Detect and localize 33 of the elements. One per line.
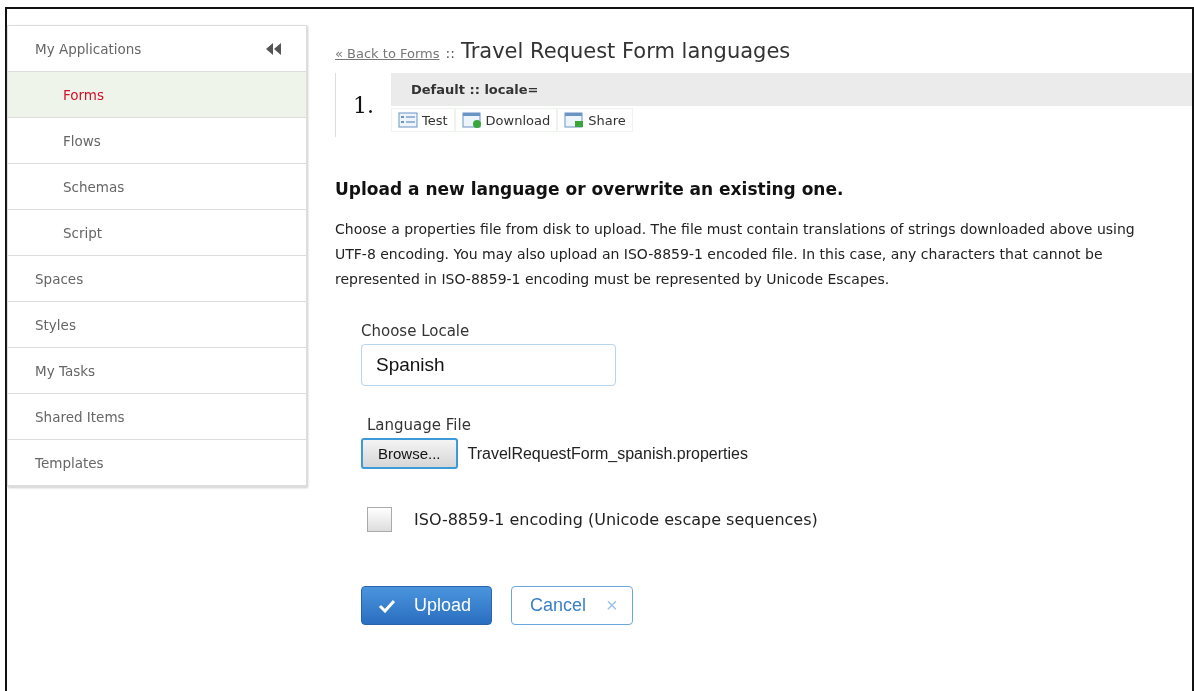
separator: :: (445, 45, 455, 61)
sidebar-item[interactable]: Forms (8, 72, 306, 118)
sidebar-item[interactable]: Styles (8, 302, 306, 348)
action-button[interactable]: Share (557, 108, 633, 132)
locale-field[interactable]: Spanish (361, 344, 616, 386)
sidebar-item[interactable]: Flows (8, 118, 306, 164)
row-number: 1. (352, 91, 375, 120)
page-title: Travel Request Form languages (460, 39, 791, 63)
window-plus-icon (461, 112, 482, 128)
sidebar-item[interactable]: Script (8, 210, 306, 256)
field-label: Choose Locale (361, 322, 471, 340)
sidebar-item[interactable]: Templates (8, 440, 306, 486)
check-icon (378, 598, 396, 613)
browse-button[interactable]: Browse... (361, 438, 458, 469)
upload-button[interactable]: Upload (361, 586, 493, 625)
file-name: TravelRequestForm_spanish.properties (467, 444, 748, 463)
checkbox-label: ISO-8859-1 encoding (Unicode escape sequences) (414, 510, 818, 529)
back-link[interactable]: « Back to Forms (335, 46, 440, 61)
field-label: Language File (367, 416, 472, 434)
action-button[interactable]: Test (391, 108, 455, 132)
sidebar-item[interactable]: Schemas (8, 164, 306, 210)
window-share-icon (564, 112, 585, 128)
sidebar-item[interactable]: Spaces (8, 256, 306, 302)
sidebar-item[interactable]: Shared Items (8, 394, 306, 440)
action-button[interactable]: Download (454, 108, 558, 132)
section-heading: Upload a new language or overwrite an existing one. (335, 179, 845, 199)
checkbox[interactable] (367, 507, 392, 532)
description: Choose a properties file from disk to upload. The file must contain translations of strings downloaded above using UTF-8 encoding. You may also upload an ISO-8859-1 encoded file. In this case, any characters that cannot be represented in ISO-8859-1 encoding must be represented by Unicode Escapes. (335, 220, 1135, 289)
cancel-button[interactable]: Cancel × (511, 586, 633, 625)
list-icon (398, 112, 418, 128)
language-name: Default :: locale= (391, 73, 1192, 106)
sidebar-item[interactable]: My Tasks (8, 348, 306, 394)
collapse-icon[interactable] (264, 41, 284, 56)
